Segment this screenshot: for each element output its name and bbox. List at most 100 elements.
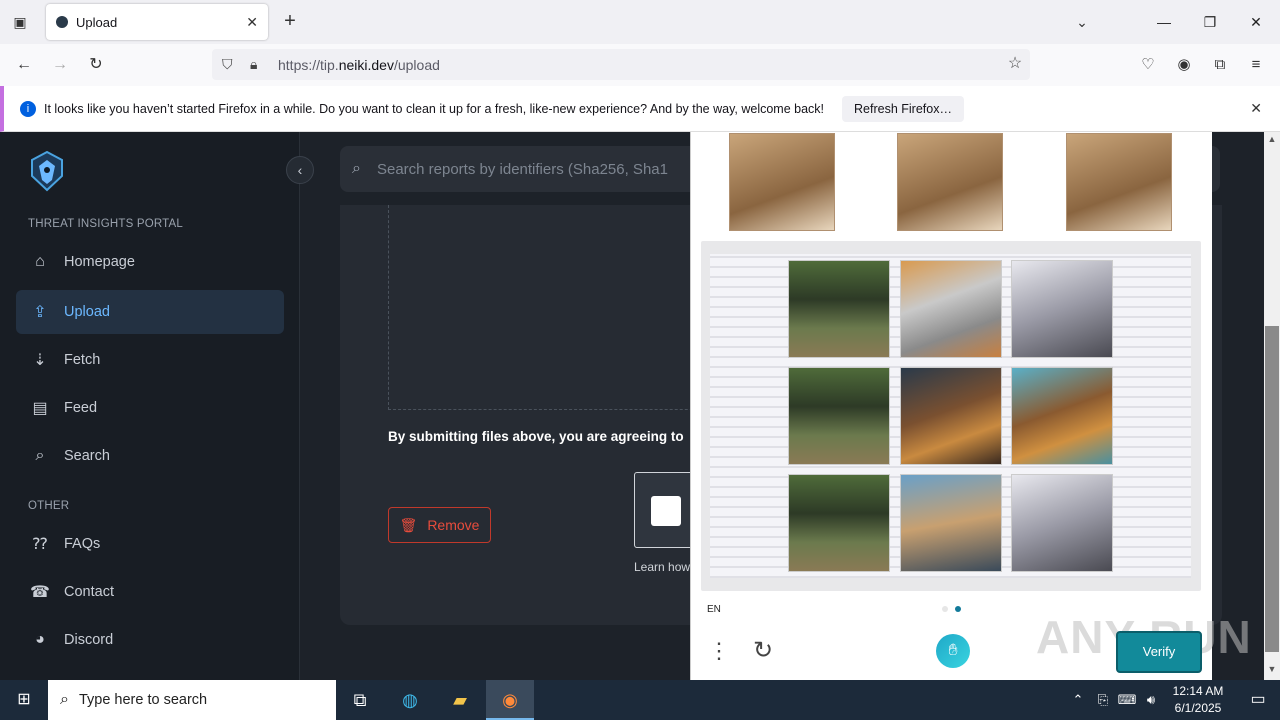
- firefox-taskbar-icon[interactable]: ◉: [486, 680, 534, 720]
- discord-icon: ◕: [35, 631, 45, 648]
- minimize-icon[interactable]: —: [1144, 8, 1184, 36]
- url-text: https://tip.neiki.dev/upload: [278, 56, 440, 73]
- learn-how-text: Learn how: [634, 560, 691, 574]
- extensions-icon[interactable]: ⧉: [1207, 52, 1233, 78]
- edge-browser-icon[interactable]: ◍: [386, 680, 434, 720]
- captcha-menu-icon[interactable]: ⋮: [708, 638, 730, 666]
- scrollbar-thumb[interactable]: [1265, 326, 1279, 652]
- tracking-shield-icon[interactable]: ⛉: [222, 56, 242, 73]
- tray-chevron-icon[interactable]: ⌃: [1068, 680, 1088, 720]
- trash-icon: 🗑︎: [399, 516, 418, 533]
- faq-icon: ⁇: [32, 536, 48, 553]
- search-icon: ⌕: [60, 691, 69, 708]
- sidebar-collapse-button[interactable]: ‹: [286, 156, 314, 184]
- sidebar-item-label: Search: [64, 448, 110, 464]
- tab-close-icon[interactable]: ✕: [246, 14, 258, 31]
- volume-icon[interactable]: 🔊︎: [1140, 680, 1162, 720]
- scroll-down-icon[interactable]: ▼: [1264, 664, 1280, 678]
- sidebar-item-feed[interactable]: ▤ Feed: [16, 386, 284, 430]
- address-bar[interactable]: ⛉ 🔒︎ https://tip.neiki.dev/upload: [212, 49, 1030, 80]
- search-icon: ⌕: [352, 160, 361, 177]
- sidebar-item-label: Contact: [64, 584, 114, 600]
- info-icon: i: [20, 100, 36, 117]
- menu-hamburger-icon[interactable]: ≡: [1243, 52, 1269, 78]
- sidebar-item-label: Discord: [64, 632, 114, 648]
- account-icon[interactable]: ◉: [1171, 52, 1197, 78]
- pocket-icon[interactable]: ♡: [1135, 52, 1161, 78]
- new-tab-button[interactable]: +: [278, 10, 302, 34]
- sidebar-item-faqs[interactable]: ⁇ FAQs: [16, 522, 284, 566]
- sidebar-item-label: FAQs: [64, 536, 101, 552]
- page-dot-1: [942, 606, 948, 612]
- captcha-tile[interactable]: [788, 474, 890, 572]
- captcha-checkbox[interactable]: [651, 496, 681, 526]
- notification-message: It looks like you haven’t started Firefo…: [44, 101, 825, 116]
- network-icon[interactable]: ⌨: [1116, 680, 1138, 720]
- captcha-refresh-icon[interactable]: ↻: [748, 636, 778, 666]
- captcha-tile[interactable]: [1011, 474, 1113, 572]
- lock-icon[interactable]: 🔒︎: [250, 56, 270, 73]
- sidebar-item-homepage[interactable]: ⌂ Homepage: [16, 240, 284, 284]
- taskbar-search-input[interactable]: ⌕ Type here to search: [48, 680, 336, 720]
- example-image: [897, 133, 1003, 231]
- hcaptcha-logo-icon: ✋︎: [936, 634, 970, 668]
- portal-logo: [31, 150, 63, 192]
- remove-button[interactable]: 🗑︎ Remove: [388, 507, 491, 543]
- tab-title: Upload: [76, 14, 118, 30]
- contact-icon: ☎: [30, 584, 50, 601]
- page-dot-2: [955, 606, 961, 612]
- sidebar-item-discord[interactable]: ◕ Discord: [16, 618, 284, 662]
- favicon-icon: [56, 16, 68, 28]
- scroll-up-icon[interactable]: ▲: [1264, 134, 1280, 148]
- refresh-firefox-button[interactable]: Refresh Firefox…: [842, 95, 964, 122]
- restore-icon[interactable]: ❐: [1190, 8, 1230, 36]
- upload-icon: ⇪: [33, 304, 47, 321]
- notification-close-icon[interactable]: ✕: [1250, 100, 1262, 117]
- sidebar-item-upload[interactable]: ⇪ Upload: [16, 290, 284, 334]
- section-heading-other: OTHER: [28, 500, 70, 512]
- terms-agreement-text: By submitting files above, you are agree…: [388, 429, 684, 444]
- captcha-tile[interactable]: [788, 260, 890, 358]
- sidebar-item-label: Upload: [64, 304, 110, 320]
- forward-arrow-icon[interactable]: →: [47, 52, 73, 78]
- tray-device-icon[interactable]: ⎘: [1092, 680, 1114, 720]
- tab-list-chevron-icon[interactable]: ⌄: [1070, 10, 1094, 34]
- back-arrow-icon[interactable]: ←: [11, 52, 37, 78]
- feed-icon: ▤: [32, 400, 48, 417]
- notification-bar: i It looks like you haven’t started Fire…: [0, 86, 1280, 132]
- taskbar-clock[interactable]: 12:14 AM 6/1/2025: [1162, 683, 1234, 717]
- file-dropzone[interactable]: [388, 205, 728, 410]
- search-icon: ⌕: [35, 447, 45, 464]
- sidebar-item-label: Feed: [64, 400, 98, 416]
- captcha-tile[interactable]: [900, 474, 1002, 572]
- example-image: [729, 133, 835, 231]
- reload-icon[interactable]: ↻: [83, 52, 109, 78]
- sidebar-item-label: Fetch: [64, 352, 101, 368]
- fetch-icon: ⇣: [33, 352, 47, 369]
- clock-date: 6/1/2025: [1174, 701, 1222, 715]
- sidebar-item-label: Homepage: [64, 254, 135, 270]
- sidebar-item-search[interactable]: ⌕ Search: [16, 434, 284, 478]
- notification-center-icon[interactable]: ▭: [1236, 680, 1280, 720]
- captcha-tile[interactable]: [900, 260, 1002, 358]
- captcha-tile[interactable]: [1011, 367, 1113, 465]
- verify-button[interactable]: Verify: [1116, 631, 1202, 673]
- captcha-tile[interactable]: [1011, 260, 1113, 358]
- sidebar-item-fetch[interactable]: ⇣ Fetch: [16, 338, 284, 382]
- section-heading-portal: THREAT INSIGHTS PORTAL: [28, 218, 183, 230]
- captcha-tile[interactable]: [900, 367, 1002, 465]
- search-placeholder: Search reports by identifiers (Sha256, S…: [376, 160, 668, 178]
- remove-label: Remove: [427, 517, 480, 533]
- sidebar-item-contact[interactable]: ☎ Contact: [16, 570, 284, 614]
- tab-manager-icon[interactable]: ▣: [6, 8, 34, 36]
- task-view-icon[interactable]: ⧉: [336, 680, 384, 720]
- file-explorer-icon[interactable]: ▰: [436, 680, 484, 720]
- example-image: [1066, 133, 1172, 231]
- bookmark-star-icon[interactable]: ☆: [1003, 52, 1027, 76]
- windows-start-icon[interactable]: ⊞: [0, 680, 48, 720]
- language-selector[interactable]: EN: [707, 604, 721, 615]
- taskbar-search-placeholder: Type here to search: [78, 692, 208, 708]
- captcha-tile[interactable]: [788, 367, 890, 465]
- browser-tab[interactable]: Upload ✕: [46, 4, 268, 40]
- window-close-icon[interactable]: ✕: [1236, 8, 1276, 36]
